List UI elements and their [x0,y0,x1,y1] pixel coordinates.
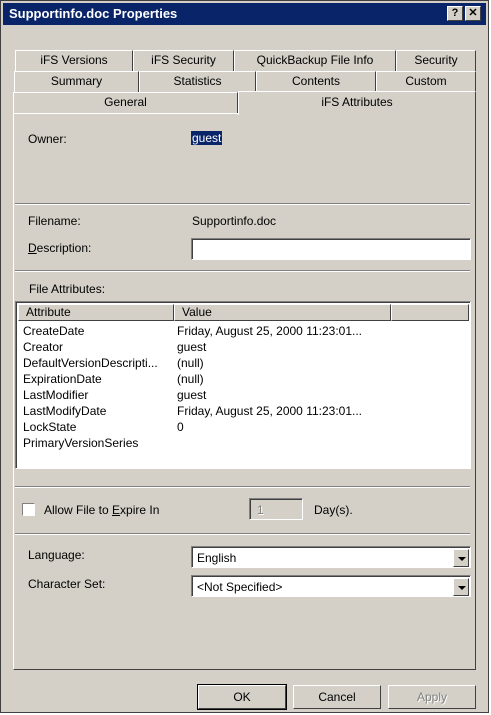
tab-statistics[interactable]: Statistics [139,71,256,92]
value-cell: Friday, August 25, 2000 11:23:01... [177,404,363,418]
character-set-select[interactable]: <Not Specified> [191,575,471,597]
tab-ifs-attributes[interactable]: iFS Attributes [238,91,476,115]
attr-cell[interactable]: LastModifyDate [23,404,173,418]
days-label: Day(s). [314,503,353,517]
tab-general[interactable]: General [13,92,238,113]
filename-value: Supportinfo.doc [192,214,277,228]
attr-cell[interactable]: LastModifier [23,388,173,402]
attr-cell[interactable]: Creator [23,340,173,354]
expire-days-input: 1 [249,498,303,520]
value-cell: 0 [177,420,184,434]
attr-cell[interactable]: DefaultVersionDescripti... [23,356,173,370]
value-cell: (null) [177,356,204,370]
value-cell: (null) [177,372,204,386]
filename-label: Filename: [28,214,81,228]
attr-cell[interactable]: ExpirationDate [23,372,173,386]
cancel-button[interactable]: Cancel [293,685,381,709]
tab-contents[interactable]: Contents [256,71,376,92]
close-button[interactable]: ✕ [465,6,481,21]
chevron-down-icon[interactable] [453,549,469,567]
chevron-down-icon[interactable] [453,578,469,596]
column-header-blank [391,304,469,321]
allow-expire-checkbox[interactable] [22,503,35,516]
value-cell: Friday, August 25, 2000 11:23:01... [177,324,363,338]
attr-cell[interactable]: LockState [23,420,173,434]
title-bar: Supportinfo.doc Properties ? ✕ [3,3,486,25]
separator [15,486,470,488]
character-set-label: Character Set: [28,577,106,591]
separator [15,533,470,535]
column-header-value[interactable]: Value [174,304,391,321]
properties-dialog: Supportinfo.doc Properties ? ✕ iFS Versi… [0,0,489,713]
value-cell: guest [177,388,207,402]
attr-cell[interactable]: CreateDate [23,324,173,338]
description-label: Description: [28,241,92,255]
tab-ifs-versions[interactable]: iFS Versions [15,50,133,71]
tab-ifs-security[interactable]: iFS Security [133,50,234,71]
description-input[interactable] [191,238,471,260]
separator [15,203,470,205]
language-label: Language: [28,548,85,562]
apply-button[interactable]: Apply [388,685,476,709]
attr-cell[interactable]: PrimaryVersionSeries [23,436,173,450]
tab-quickbackup-file-info[interactable]: QuickBackup File Info [234,50,396,71]
column-header-attribute[interactable]: Attribute [18,304,174,321]
tab-custom[interactable]: Custom [376,71,476,92]
help-button[interactable]: ? [447,6,463,21]
owner-label: Owner: [28,132,67,146]
tab-security[interactable]: Security [396,50,476,71]
window-title: Supportinfo.doc Properties [9,6,178,21]
value-cell: guest [177,340,207,354]
attributes-list[interactable]: Attribute Value CreateDate Friday, Augus… [15,301,471,469]
owner-value[interactable]: guest [191,131,223,145]
separator [15,270,470,272]
file-attributes-label: File Attributes: [29,282,106,296]
language-select[interactable]: English [191,546,471,568]
ok-button[interactable]: OK [197,684,287,710]
tab-summary[interactable]: Summary [14,71,139,92]
allow-expire-label[interactable]: Allow File to Expire In [44,503,159,517]
